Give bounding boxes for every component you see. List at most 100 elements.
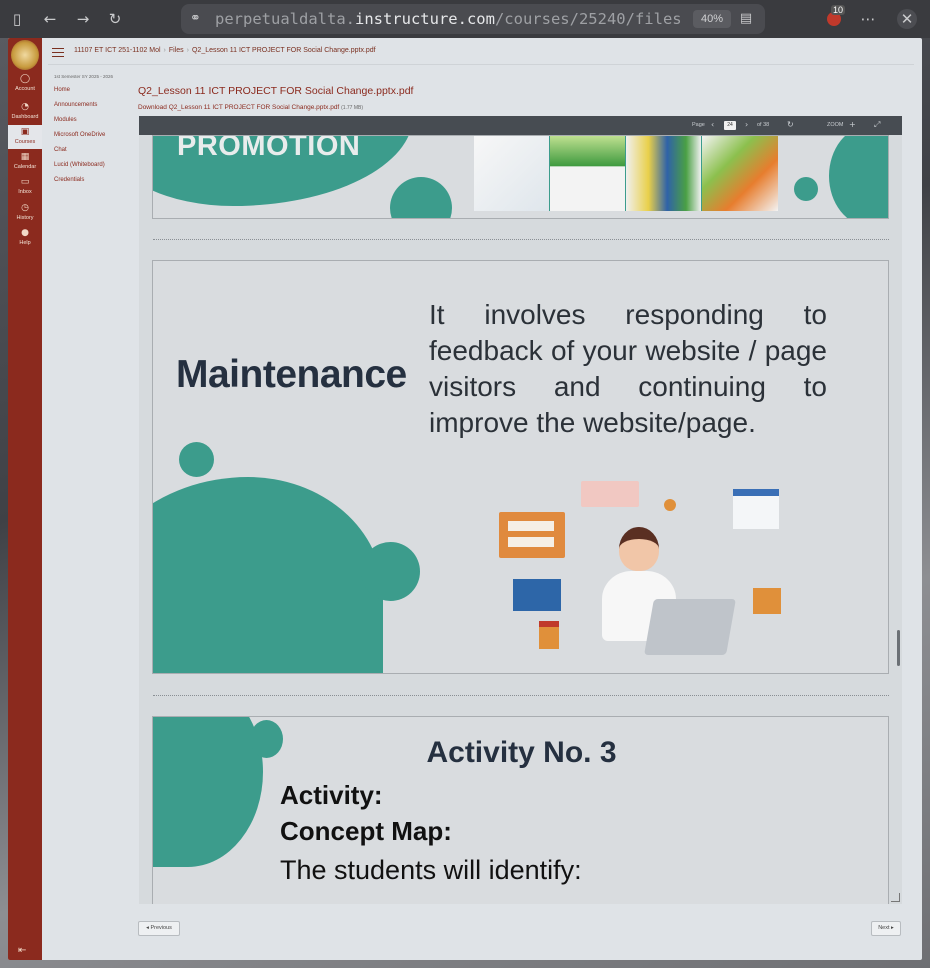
page-separator: [153, 239, 889, 240]
nav-calendar[interactable]: ▦ Calendar: [8, 152, 42, 170]
breadcrumb-separator: ›: [186, 47, 189, 54]
slide-heading: Activity No. 3: [426, 736, 617, 769]
prev-page-icon[interactable]: ‹: [711, 120, 714, 129]
nav-account[interactable]: ◯ Account: [8, 74, 42, 92]
history-icon: ◷: [21, 203, 29, 213]
extension-button[interactable]: 10: [827, 5, 849, 30]
collapse-nav-icon[interactable]: ⇤: [18, 945, 26, 956]
calendar-icon: ▦: [20, 152, 30, 162]
slide-activity: Activity No. 3 Activity: Concept Map: Th…: [152, 716, 889, 904]
laptop: [644, 599, 736, 655]
next-button[interactable]: Next ▸: [871, 921, 901, 936]
calendar-card-icon: [733, 489, 779, 529]
course-navigation: 1st Semester SY 2025 - 2026 Home Announc…: [54, 74, 134, 192]
decor-circle: [390, 177, 452, 218]
close-icon[interactable]: ✕: [897, 9, 917, 29]
canvas-window: ◯ Account ◔ Dashboard ▣ Courses ▦ Calendar ▭…: [8, 38, 922, 960]
nav-label: History: [16, 215, 34, 221]
course-nav-credentials[interactable]: Credentials: [54, 177, 134, 192]
slide-title: PROMOTION: [177, 135, 361, 162]
product-cases: [702, 136, 778, 211]
forward-icon[interactable]: →: [73, 9, 93, 29]
address-bar[interactable]: ⚭ perpetualdalta.instructure.com/courses…: [181, 4, 765, 34]
account-icon: ◯: [19, 74, 31, 84]
pdf-viewer[interactable]: Page ‹ 24 › of 38 ↻ ZOOM + ⤢ PROMOTION M…: [139, 116, 902, 904]
course-nav-modules[interactable]: Modules: [54, 117, 134, 132]
breadcrumb-course[interactable]: 11107 ET ICT 251-1102 Mol: [74, 47, 161, 54]
scrollbar-thumb[interactable]: [897, 630, 900, 666]
product-bins: [626, 136, 702, 211]
person-head: [619, 527, 659, 571]
page-count: of 38: [757, 122, 770, 128]
nav-label: Calendar: [13, 164, 37, 170]
hamburger-menu-icon[interactable]: [52, 48, 64, 57]
reload-icon[interactable]: ↻: [105, 9, 125, 29]
rotate-icon[interactable]: ↻: [787, 120, 794, 129]
decor-circle: [361, 542, 420, 601]
resize-grip-icon[interactable]: [891, 893, 900, 902]
course-nav-onedrive[interactable]: Microsoft OneDrive: [54, 132, 134, 147]
breadcrumb-separator: ›: [163, 47, 166, 54]
fullscreen-icon[interactable]: ⤢: [874, 120, 880, 130]
product-images: [474, 136, 778, 211]
checklist-row: [508, 537, 554, 547]
global-navigation: ◯ Account ◔ Dashboard ▣ Courses ▦ Calendar ▭…: [8, 38, 42, 960]
inbox-icon: ▭: [20, 177, 30, 187]
breadcrumb-file: Q2_Lesson 11 ICT PROJECT FOR Social Chan…: [191, 47, 376, 54]
courses-icon: ▣: [20, 127, 30, 137]
zoom-label: ZOOM: [827, 122, 844, 128]
more-menu-icon[interactable]: ⋯: [858, 9, 878, 29]
file-size: (1.77 MB): [341, 105, 364, 111]
nav-help[interactable]: ● Help: [8, 228, 42, 246]
chart-card-icon: [513, 579, 561, 611]
reader-view-icon[interactable]: ▤: [737, 10, 755, 28]
page-label: Page: [692, 122, 705, 128]
zoom-in-icon[interactable]: +: [849, 120, 856, 129]
help-icon: ●: [21, 228, 29, 238]
nav-dashboard[interactable]: ◔ Dashboard: [8, 102, 42, 120]
nav-history[interactable]: ◷ History: [8, 203, 42, 221]
page-separator: [153, 695, 889, 696]
breadcrumb-files[interactable]: Files: [169, 47, 184, 54]
school-logo[interactable]: [11, 40, 39, 70]
nav-label: Dashboard: [11, 114, 39, 120]
product-pencils: [550, 136, 626, 211]
activity-instructions: The students will identify:: [280, 855, 582, 885]
browser-toolbar: ▯ ← → ↻ ⚭ perpetualdalta.instructure.com…: [0, 0, 930, 38]
course-nav-announcements[interactable]: Announcements: [54, 102, 134, 117]
file-title: Q2_Lesson 11 ICT PROJECT FOR Social Chan…: [138, 85, 414, 97]
slide-promotion: PROMOTION: [152, 135, 889, 219]
decor-circle: [794, 177, 818, 201]
download-link[interactable]: Download Q2_Lesson 11 ICT PROJECT FOR So…: [138, 104, 363, 111]
semester-label: 1st Semester SY 2025 - 2026: [54, 74, 113, 79]
coffee-cup-icon: [539, 621, 559, 649]
decor-circle: [179, 442, 214, 477]
course-nav-chat[interactable]: Chat: [54, 147, 134, 162]
url-text[interactable]: perpetualdalta.instructure.com/courses/2…: [215, 10, 685, 30]
nav-courses[interactable]: ▣ Courses: [8, 125, 42, 149]
course-nav-lucid[interactable]: Lucid (Whiteboard): [54, 162, 134, 177]
back-icon[interactable]: ←: [40, 9, 60, 29]
slide-maintenance: Maintenance It involves responding to fe…: [152, 260, 889, 674]
sidebar-toggle-icon[interactable]: ▯: [7, 9, 27, 29]
nav-label: Account: [15, 86, 35, 92]
dashboard-icon: ◔: [21, 102, 29, 112]
slide-heading: Maintenance: [176, 353, 407, 396]
download-label[interactable]: Download Q2_Lesson 11 ICT PROJECT FOR So…: [138, 104, 339, 111]
checklist-card: [499, 512, 565, 558]
concept-map-label: Concept Map:: [280, 816, 452, 846]
zoom-indicator[interactable]: 40%: [693, 10, 731, 28]
next-page-icon[interactable]: ›: [745, 120, 748, 129]
header-divider: [48, 64, 914, 65]
nav-label: Help: [19, 240, 31, 246]
previous-button[interactable]: ◂ Previous: [138, 921, 180, 936]
extension-badge: 10: [831, 5, 846, 15]
page-number-input[interactable]: 24: [724, 121, 736, 130]
nav-inbox[interactable]: ▭ Inbox: [8, 177, 42, 195]
gear-card-icon: [753, 588, 781, 614]
site-info-icon[interactable]: ⚭: [190, 11, 206, 27]
decor-blob: [153, 477, 383, 673]
checklist-row: [508, 521, 554, 531]
course-nav-home[interactable]: Home: [54, 87, 134, 102]
breadcrumb: 11107 ET ICT 251-1102 Mol › Files › Q2_Lesso…: [74, 47, 376, 54]
